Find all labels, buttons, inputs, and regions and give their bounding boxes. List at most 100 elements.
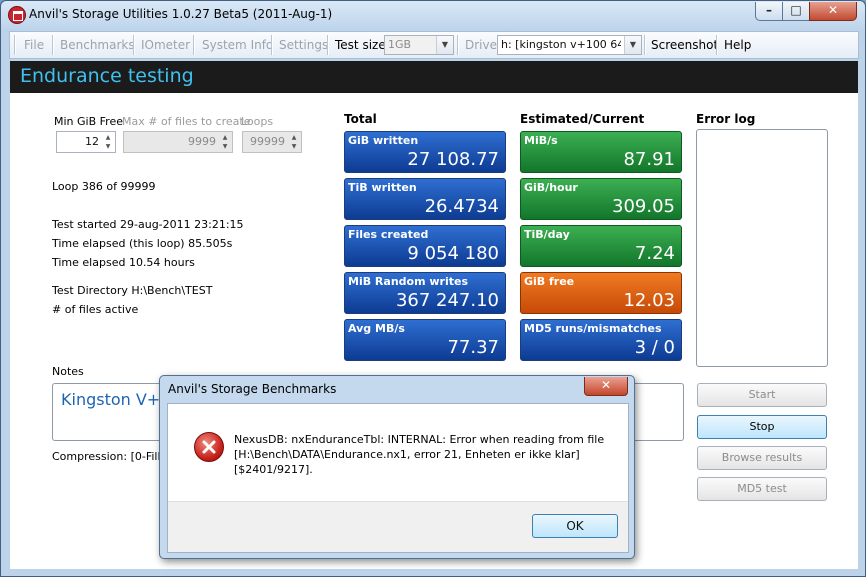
total-heading: Total — [344, 112, 377, 126]
loops-label: Loops — [241, 115, 274, 128]
time-elapsed-loop: Time elapsed (this loop) 85.505s — [52, 237, 233, 250]
max-files-value: 9999 — [188, 135, 216, 148]
error-log-heading: Error log — [696, 112, 756, 126]
menu-file[interactable]: File — [24, 38, 44, 52]
tile-md5-runs: MD5 runs/mismatches 3 / 0 — [520, 319, 682, 361]
test-size-value: 1GB — [388, 38, 412, 51]
min-gib-free-value: 12 — [85, 135, 99, 148]
loop-status: Loop 386 of 99999 — [52, 180, 156, 193]
tile-avg-mbs: Avg MB/s 77.37 — [344, 319, 506, 361]
tile-label: Files created — [348, 228, 429, 241]
menu-screenshot[interactable]: Screenshot — [651, 38, 718, 52]
separator — [327, 35, 329, 55]
dialog-message: NexusDB: nxEnduranceTbl: INTERNAL: Error… — [234, 432, 614, 477]
tile-value: 3 / 0 — [634, 337, 675, 358]
stop-button[interactable]: Stop — [697, 415, 827, 439]
start-button[interactable]: Start — [697, 383, 827, 407]
close-icon: ✕ — [827, 3, 839, 17]
minimize-icon: – — [766, 3, 772, 17]
drive-value: h: [kingston v+100 64 — [501, 38, 621, 51]
tile-value: 12.03 — [623, 290, 675, 311]
max-files-label: Max # of files to create — [122, 115, 251, 128]
separator — [457, 35, 459, 55]
tile-value: 309.05 — [612, 196, 675, 217]
loops-input[interactable]: 99999 ▲ ▼ — [242, 131, 302, 153]
compression-label: Compression: [0-Fill] — [52, 450, 165, 463]
menu-settings[interactable]: Settings — [279, 38, 328, 52]
min-gib-free-input[interactable]: 12 ▲ ▼ — [56, 131, 116, 153]
md5-test-button[interactable]: MD5 test — [697, 477, 827, 501]
notes-label: Notes — [52, 365, 84, 378]
estimated-heading: Estimated/Current — [520, 112, 645, 126]
close-icon: ✕ — [600, 378, 612, 392]
tile-tib-written: TiB written 26.4734 — [344, 178, 506, 220]
app-icon[interactable] — [8, 6, 26, 24]
menu-benchmarks[interactable]: Benchmarks — [60, 38, 135, 52]
error-log-box[interactable] — [696, 129, 828, 367]
tile-value: 9 054 180 — [407, 243, 499, 264]
tile-value: 27 108.77 — [407, 149, 499, 170]
spin-arrows-icon: ▲ ▼ — [222, 134, 228, 150]
tile-value: 77.37 — [447, 337, 499, 358]
error-icon — [194, 432, 224, 462]
drive-select[interactable]: h: [kingston v+100 64 ▼ — [497, 35, 642, 55]
notes-text: Kingston V+1 — [61, 390, 171, 409]
tile-value: 26.4734 — [424, 196, 499, 217]
tile-label: MD5 runs/mismatches — [524, 322, 662, 335]
dialog-title: Anvil's Storage Benchmarks — [168, 382, 337, 396]
ok-button[interactable]: OK — [532, 514, 618, 538]
separator — [133, 35, 135, 55]
files-active: # of files active — [52, 303, 139, 316]
tile-label: GiB free — [524, 275, 575, 288]
message-line: [H:\Bench\DATA\Endurance.nx1, error 21, … — [234, 448, 580, 461]
dialog-footer: OK — [168, 501, 628, 552]
tile-label: Avg MB/s — [348, 322, 405, 335]
spin-arrows-icon: ▲ ▼ — [291, 134, 297, 150]
close-button[interactable]: ✕ — [809, 2, 857, 21]
page-title: Endurance testing — [20, 65, 194, 87]
test-size-label: Test size — [335, 38, 386, 52]
separator — [716, 35, 718, 55]
tile-value: 367 247.10 — [395, 290, 499, 311]
max-files-input[interactable]: 9999 ▲ ▼ — [123, 131, 233, 153]
separator — [193, 35, 195, 55]
title-bar[interactable]: Anvil's Storage Utilities 1.0.27 Beta5 (… — [1, 1, 865, 29]
min-gib-free-label: Min GiB Free — [54, 115, 123, 128]
error-dialog: Anvil's Storage Benchmarks ✕ NexusDB: nx… — [159, 375, 635, 559]
tile-label: TiB written — [348, 181, 417, 194]
tile-files-created: Files created 9 054 180 — [344, 225, 506, 267]
separator — [52, 35, 54, 55]
menu-help[interactable]: Help — [724, 38, 751, 52]
tile-tib-per-day: TiB/day 7.24 — [520, 225, 682, 267]
tile-gib-free: GiB free 12.03 — [520, 272, 682, 314]
test-directory: Test Directory H:\Bench\TEST — [52, 284, 213, 297]
time-elapsed-total: Time elapsed 10.54 hours — [52, 256, 195, 269]
tile-value: 87.91 — [623, 149, 675, 170]
browse-results-button[interactable]: Browse results — [697, 446, 827, 470]
separator — [271, 35, 273, 55]
menu-system-info[interactable]: System Info — [202, 38, 273, 52]
tile-mib-random-writes: MiB Random writes 367 247.10 — [344, 272, 506, 314]
dialog-close-button[interactable]: ✕ — [584, 377, 628, 396]
menu-iometer[interactable]: IOmeter — [141, 38, 190, 52]
test-started: Test started 29-aug-2011 23:21:15 — [52, 218, 244, 231]
test-size-select[interactable]: 1GB ▼ — [384, 35, 454, 55]
tile-gib-written: GiB written 27 108.77 — [344, 131, 506, 173]
loops-value: 99999 — [250, 135, 285, 148]
tile-label: GiB written — [348, 134, 419, 147]
message-line: [$2401/9217]. — [234, 463, 313, 476]
tile-label: MiB Random writes — [348, 275, 469, 288]
tile-label: TiB/day — [524, 228, 570, 241]
minimize-button[interactable]: – — [755, 2, 783, 21]
separator — [644, 35, 646, 55]
toolbar: File Benchmarks IOmeter System Info Sett… — [9, 31, 859, 59]
chevron-down-icon: ▼ — [436, 36, 453, 54]
chevron-down-icon: ▼ — [624, 36, 641, 54]
message-line: NexusDB: nxEnduranceTbl: INTERNAL: Error… — [234, 433, 605, 446]
window-title: Anvil's Storage Utilities 1.0.27 Beta5 (… — [29, 7, 333, 21]
dialog-body: NexusDB: nxEnduranceTbl: INTERNAL: Error… — [167, 403, 629, 553]
maximize-button[interactable]: □ — [782, 2, 810, 21]
spin-arrows-icon[interactable]: ▲ ▼ — [102, 133, 114, 151]
drive-label: Drive — [465, 38, 497, 52]
section-header: Endurance testing — [10, 61, 858, 93]
